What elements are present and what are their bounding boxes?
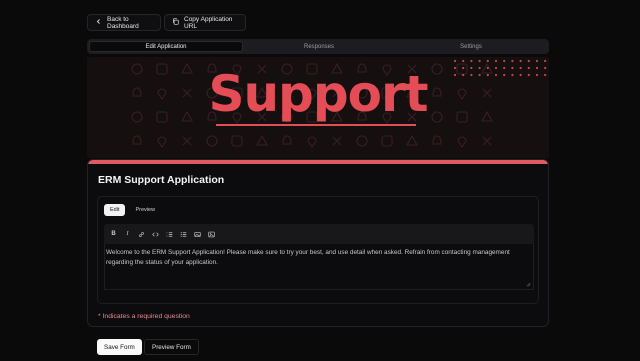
editor-mode-tabs: Edit Preview (104, 204, 161, 216)
chevron-left-icon (95, 18, 102, 27)
image-icon[interactable] (194, 231, 201, 238)
pattern-dot (544, 59, 547, 63)
pattern-dot (462, 59, 465, 63)
pattern-dot (511, 59, 514, 63)
tab-edit-application[interactable]: Edit Application (89, 41, 243, 52)
pattern-icon (381, 135, 393, 147)
code-icon[interactable] (152, 231, 159, 238)
pattern-icon (157, 136, 167, 148)
copy-application-url-label: Copy Application URL (184, 15, 233, 30)
resize-handle-icon[interactable] (526, 282, 531, 287)
formatting-toolbar: B I 12 (104, 224, 534, 244)
svg-text:1: 1 (166, 232, 168, 234)
tab-responses[interactable]: Responses (243, 41, 395, 52)
tab-settings[interactable]: Settings (395, 41, 547, 52)
description-text: Welcome to the ERM Support Application! … (106, 249, 510, 266)
back-to-dashboard-label: Back to Dashboard (107, 15, 139, 30)
description-editor: Edit Preview B I 12 Welcome to the ERM S… (97, 196, 539, 304)
form-card: ERM Support Application Edit Preview B I… (87, 159, 549, 327)
pattern-dot (527, 59, 530, 63)
pattern-icon (332, 136, 342, 146)
pattern-dot (503, 59, 506, 63)
banner-underline (216, 124, 416, 126)
pattern-dot (453, 59, 457, 63)
pattern-icon (356, 135, 368, 147)
svg-text:2: 2 (166, 235, 168, 237)
pattern-dot (478, 59, 481, 63)
pattern-icon (307, 136, 317, 148)
save-form-button[interactable]: Save Form (97, 339, 142, 355)
pattern-icon (206, 135, 218, 147)
tab-preview[interactable]: Preview (129, 204, 161, 216)
banner-title: Support (208, 65, 428, 123)
pattern-icon (231, 135, 243, 147)
link-icon[interactable] (138, 231, 145, 238)
pattern-dot (535, 59, 539, 63)
bullet-list-icon[interactable] (180, 231, 187, 238)
pattern-icon (406, 134, 418, 146)
pattern-dot (486, 59, 489, 63)
preview-form-button[interactable]: Preview Form (144, 339, 199, 355)
tab-edit[interactable]: Edit (104, 204, 126, 216)
bold-button[interactable]: B (110, 231, 117, 238)
italic-button[interactable]: I (124, 231, 131, 238)
form-accent-bar (88, 160, 548, 164)
required-question-note: * Indicates a required question (98, 313, 190, 320)
description-textarea[interactable]: Welcome to the ERM Support Application! … (104, 244, 534, 290)
pattern-dot (494, 59, 498, 63)
pattern-icon (432, 135, 442, 145)
form-title[interactable]: ERM Support Application (98, 174, 224, 186)
ordered-list-icon[interactable]: 12 (166, 231, 173, 238)
pattern-icon (256, 134, 268, 146)
back-to-dashboard-button[interactable]: Back to Dashboard (87, 14, 161, 31)
pattern-icon (457, 136, 467, 148)
copy-icon (172, 18, 179, 27)
pattern-icon (282, 135, 292, 145)
copy-application-url-button[interactable]: Copy Application URL (164, 14, 246, 31)
support-banner: Support (87, 57, 549, 158)
pattern-dot (519, 59, 522, 63)
pattern-icon (482, 136, 492, 146)
application-tabs: Edit Application Responses Settings (87, 39, 549, 54)
pattern-icon (182, 136, 192, 146)
pattern-dot (470, 59, 473, 63)
pattern-icon (132, 135, 142, 145)
embed-icon[interactable] (208, 231, 215, 238)
